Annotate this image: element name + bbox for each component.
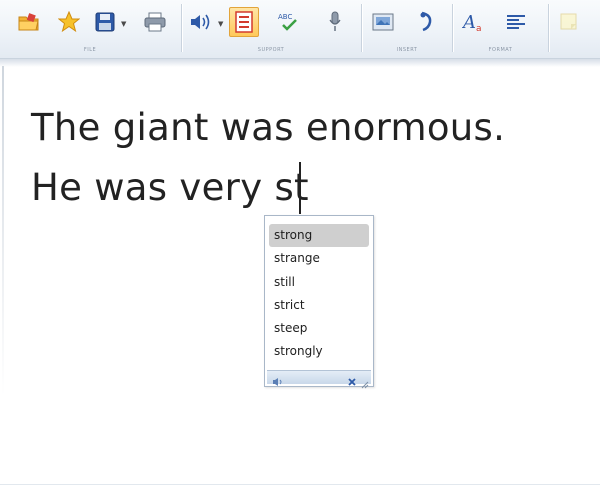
format-group: A a FORMAT — [453, 0, 548, 58]
svg-text:ABC: ABC — [278, 13, 292, 21]
prediction-item[interactable]: strange — [269, 247, 369, 270]
insert-group: INSERT — [362, 0, 452, 58]
prediction-item[interactable]: strong — [269, 224, 369, 248]
prediction-speak-icon[interactable] — [272, 372, 284, 391]
open-folder-icon[interactable] — [16, 8, 42, 36]
text-caret — [299, 162, 301, 214]
speech-volume-icon[interactable] — [188, 8, 214, 36]
ribbon-toolbar: ▼ FILE ▼ ABC SUPPORT INSERT A a FORMAT — [0, 0, 600, 59]
app-window: ▼ FILE ▼ ABC SUPPORT INSERT A a FORMAT T… — [0, 0, 600, 488]
speech-dropdown-icon[interactable]: ▼ — [218, 20, 223, 28]
prediction-item[interactable]: strongly — [269, 340, 369, 363]
prediction-item[interactable]: strict — [269, 294, 369, 317]
insert-picture-icon[interactable] — [370, 8, 396, 36]
microphone-icon[interactable] — [322, 8, 348, 36]
prediction-item[interactable]: steep — [269, 317, 369, 340]
svg-text:A: A — [462, 12, 476, 33]
svg-text:a: a — [476, 24, 482, 33]
document-line-1[interactable]: The giant was enormous. — [31, 106, 505, 149]
font-style-icon[interactable]: A a — [461, 8, 487, 36]
insert-symbol-icon[interactable] — [414, 8, 440, 36]
document-edge — [2, 66, 4, 396]
prediction-close-icon[interactable] — [347, 372, 357, 391]
group-divider — [548, 4, 549, 52]
spell-check-icon[interactable]: ABC — [276, 8, 302, 36]
save-dropdown-icon[interactable]: ▼ — [121, 20, 126, 28]
word-prediction-list-icon[interactable] — [229, 7, 259, 37]
prediction-footer — [267, 370, 371, 389]
insert-group-label: INSERT — [396, 47, 418, 53]
prediction-item[interactable]: still — [269, 271, 369, 294]
ribbon-shadow — [0, 59, 600, 67]
align-left-icon[interactable] — [503, 8, 529, 36]
resize-grip-icon[interactable] — [361, 374, 369, 393]
favourite-star-icon[interactable] — [56, 8, 82, 36]
support-group: ▼ ABC SUPPORT — [182, 0, 360, 58]
prediction-list: strong strange still strict steep strong… — [269, 224, 369, 364]
note-icon[interactable] — [556, 8, 582, 36]
word-prediction-popup: strong strange still strict steep strong… — [264, 215, 374, 389]
save-disk-icon[interactable] — [92, 8, 118, 36]
document-line-2[interactable]: He was very st — [31, 166, 309, 209]
bottom-divider — [0, 484, 600, 485]
support-group-label: SUPPORT — [257, 47, 285, 53]
format-group-label: FORMAT — [488, 47, 513, 53]
file-group: ▼ FILE — [0, 0, 180, 58]
print-icon[interactable] — [142, 8, 168, 36]
file-group-label: FILE — [83, 47, 97, 53]
